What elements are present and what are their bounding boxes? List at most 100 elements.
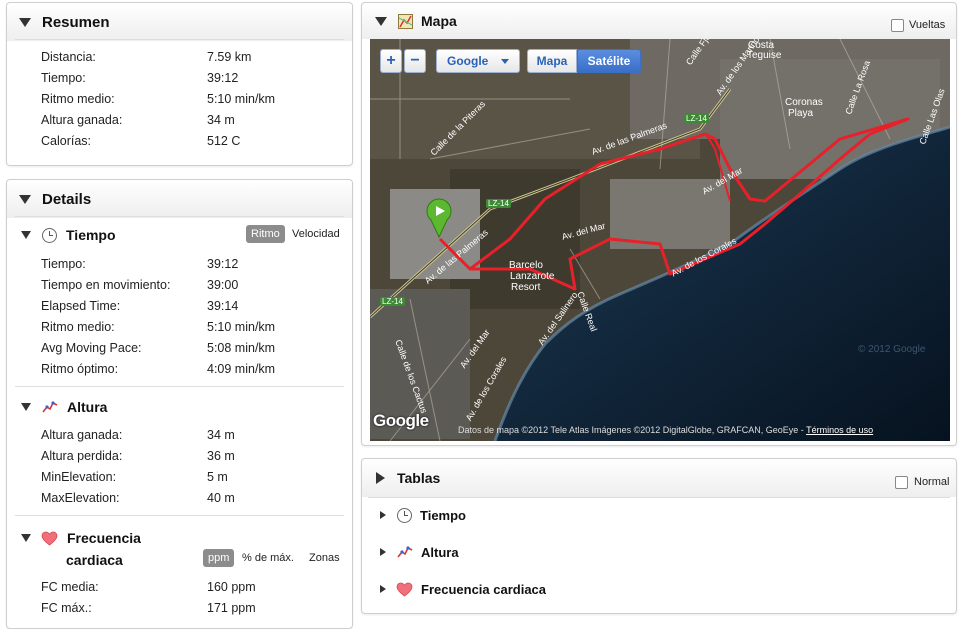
zoom-out-button[interactable]: − bbox=[404, 49, 426, 73]
vueltas-label: Vueltas bbox=[909, 19, 946, 31]
detail-row: FC máx.: 171 ppm bbox=[41, 599, 256, 617]
row-label: Tiempo: bbox=[41, 71, 86, 85]
row-label: Avg Moving Pace: bbox=[41, 341, 142, 355]
map-label-barcelo: Barcelo bbox=[509, 260, 543, 271]
detail-row: Tiempo en movimiento: 39:00 bbox=[41, 276, 238, 294]
map-attribution: Datos de mapa ©2012 Tele Atlas Imágenes … bbox=[458, 425, 873, 435]
divider bbox=[15, 216, 344, 217]
altura-section-header[interactable]: Altura bbox=[21, 397, 107, 417]
collapse-arrow-icon[interactable] bbox=[19, 17, 31, 27]
row-label: FC media: bbox=[41, 580, 99, 594]
row-value: 34 m bbox=[207, 428, 235, 442]
tablas-item-label: Altura bbox=[421, 544, 459, 560]
normal-label: Normal bbox=[914, 476, 950, 488]
row-value: 160 ppm bbox=[207, 580, 256, 594]
satellite-map-image bbox=[370, 39, 950, 441]
summary-row: Ritmo medio: 5:10 min/km bbox=[41, 90, 275, 108]
expand-arrow-icon[interactable] bbox=[380, 511, 386, 519]
elevation-chart-icon bbox=[42, 400, 58, 414]
row-value: 5:08 min/km bbox=[207, 341, 276, 355]
start-marker-icon[interactable] bbox=[426, 198, 452, 239]
tablas-item-label: Frecuencia cardiaca bbox=[421, 581, 547, 597]
vueltas-checkbox[interactable] bbox=[891, 19, 904, 32]
mapa-header[interactable]: Mapa Vueltas bbox=[362, 3, 956, 39]
heart-icon bbox=[396, 582, 413, 597]
divider bbox=[15, 386, 344, 387]
row-value: 5:10 min/km bbox=[207, 92, 276, 106]
resumen-header[interactable]: Resumen bbox=[7, 3, 352, 41]
summary-row: Tiempo: 39:12 bbox=[41, 69, 238, 87]
detail-row: FC media: 160 ppm bbox=[41, 578, 256, 596]
row-label: Distancia: bbox=[41, 50, 96, 64]
details-header[interactable]: Details bbox=[7, 180, 352, 218]
tablas-item-tiempo[interactable]: Tiempo bbox=[380, 506, 466, 524]
fc-section-header[interactable]: Frecuencia bbox=[21, 528, 141, 548]
detail-row: Ritmo medio: 5:10 min/km bbox=[41, 318, 275, 336]
velocidad-toggle[interactable]: Velocidad bbox=[287, 225, 345, 243]
row-label: MaxElevation: bbox=[41, 491, 120, 505]
row-value: 34 m bbox=[207, 113, 235, 127]
map-provider-select[interactable]: Google bbox=[436, 49, 520, 73]
expand-arrow-icon[interactable] bbox=[376, 472, 385, 484]
satellite-type-button[interactable]: Satélite bbox=[577, 49, 641, 73]
mapa-title: Mapa bbox=[421, 13, 457, 29]
pct-max-toggle[interactable]: % de máx. bbox=[237, 549, 299, 567]
terms-link[interactable]: Términos de uso bbox=[806, 425, 873, 435]
tablas-item-altura[interactable]: Altura bbox=[380, 543, 459, 561]
detail-row: Altura ganada: 34 m bbox=[41, 426, 235, 444]
tiempo-section-header[interactable]: Tiempo bbox=[21, 225, 116, 245]
summary-row: Altura ganada: 34 m bbox=[41, 111, 235, 129]
expand-arrow-icon[interactable] bbox=[380, 585, 386, 593]
road-badge-lz14: LZ-14 bbox=[380, 297, 405, 306]
row-value: 39:00 bbox=[207, 278, 239, 292]
map-type-button[interactable]: Mapa bbox=[527, 49, 577, 73]
tablas-item-fc[interactable]: Frecuencia cardiaca bbox=[380, 580, 546, 598]
tablas-header[interactable]: Tablas Normal bbox=[362, 459, 956, 497]
row-label: MinElevation: bbox=[41, 470, 117, 484]
row-value: 512 C bbox=[207, 134, 241, 148]
row-label: FC máx.: bbox=[41, 601, 92, 615]
row-label: Ritmo óptimo: bbox=[41, 362, 119, 376]
row-label: Tiempo: bbox=[41, 257, 86, 271]
row-value: 36 m bbox=[207, 449, 235, 463]
row-label: Altura perdida: bbox=[41, 449, 123, 463]
map-label-playa: Playa bbox=[788, 108, 814, 119]
map-view[interactable]: Costa Teguise Coronas Playa Barcelo Lanz… bbox=[370, 39, 950, 441]
detail-row: Tiempo: 39:12 bbox=[41, 255, 238, 273]
row-value: 39:12 bbox=[207, 257, 239, 271]
row-label: Elapsed Time: bbox=[41, 299, 121, 313]
altura-title: Altura bbox=[67, 399, 108, 415]
road-badge-lz14: LZ-14 bbox=[486, 199, 511, 208]
expand-arrow-icon[interactable] bbox=[380, 548, 386, 556]
row-label: Altura ganada: bbox=[41, 428, 123, 442]
tablas-title: Tablas bbox=[397, 470, 441, 486]
row-value: 5:10 min/km bbox=[207, 320, 276, 334]
row-value: 4:09 min/km bbox=[207, 362, 276, 376]
row-label: Ritmo medio: bbox=[41, 92, 115, 106]
resumen-panel: Resumen Distancia: 7.59 km Tiempo: 39:12 R… bbox=[6, 2, 353, 166]
row-value: 40 m bbox=[207, 491, 235, 505]
map-icon bbox=[398, 13, 413, 29]
zonas-toggle[interactable]: Zonas bbox=[304, 549, 345, 567]
ppm-toggle[interactable]: ppm bbox=[203, 549, 235, 567]
zoom-in-button[interactable]: + bbox=[380, 49, 402, 73]
map-label-resort: Resort bbox=[511, 282, 541, 293]
provider-label: Google bbox=[447, 54, 489, 68]
tablas-item-label: Tiempo bbox=[420, 507, 466, 523]
chevron-down-icon bbox=[501, 59, 509, 64]
normal-checkbox[interactable] bbox=[895, 476, 908, 489]
collapse-arrow-icon[interactable] bbox=[21, 403, 31, 411]
collapse-arrow-icon[interactable] bbox=[375, 16, 387, 26]
collapse-arrow-icon[interactable] bbox=[21, 534, 31, 542]
mapa-panel: Mapa Vueltas Costa Teguise Coronas Playa… bbox=[361, 2, 957, 446]
collapse-arrow-icon[interactable] bbox=[19, 194, 31, 204]
ritmo-toggle[interactable]: Ritmo bbox=[246, 225, 285, 243]
collapse-arrow-icon[interactable] bbox=[21, 231, 31, 239]
map-faded-watermark: © 2012 Google bbox=[858, 344, 926, 355]
divider bbox=[15, 39, 344, 40]
row-value: 5 m bbox=[207, 470, 228, 484]
row-value: 171 ppm bbox=[207, 601, 256, 615]
row-label: Altura ganada: bbox=[41, 113, 123, 127]
divider bbox=[15, 515, 344, 516]
fc-title-line2: cardiaca bbox=[66, 552, 123, 568]
